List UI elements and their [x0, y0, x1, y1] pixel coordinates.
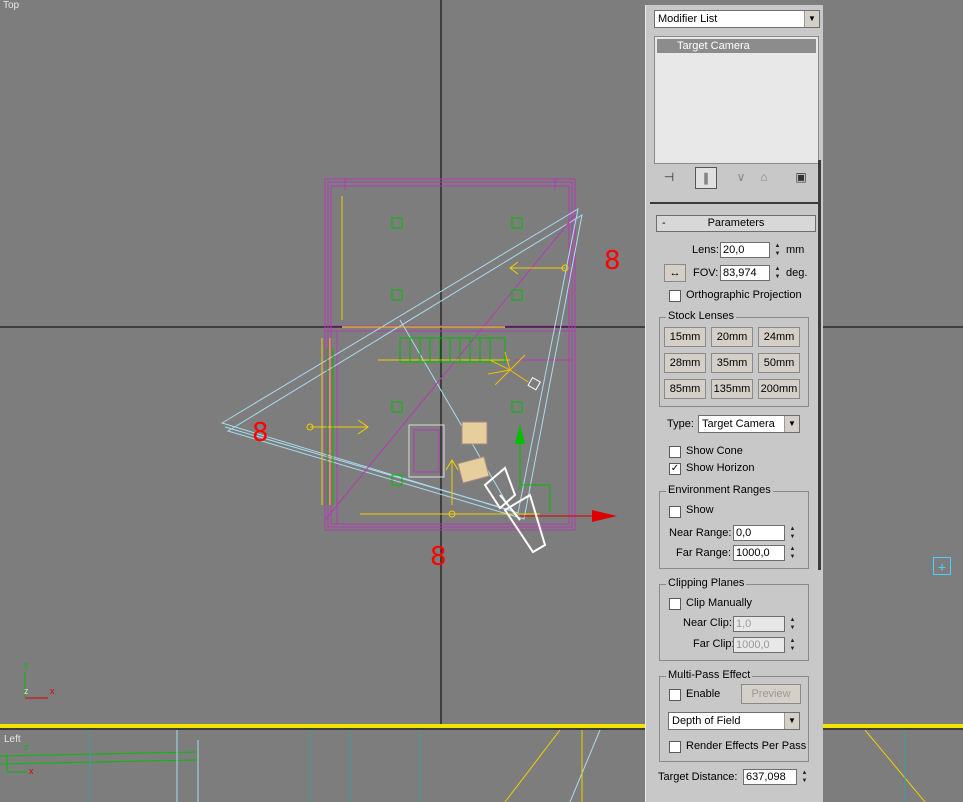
lens-24mm-button[interactable]: 24mm [758, 327, 800, 347]
gizmo-x-arrow [592, 510, 617, 522]
multi-pass-effect-title: Multi-Pass Effect [666, 669, 753, 681]
clip-manually-checkbox[interactable] [669, 598, 681, 610]
modifier-stack[interactable]: Target Camera [654, 36, 819, 164]
furniture [408, 351, 542, 484]
show-end-result-icon[interactable]: ∥ [695, 167, 717, 189]
axis-z-label: z [24, 686, 29, 696]
far-clip-spinner[interactable]: ▲ ▼ [788, 637, 797, 653]
chevron-down-icon: ▼ [784, 713, 799, 729]
pin-stack-icon[interactable]: ⊣ [659, 167, 679, 187]
enable-label: Enable [686, 688, 721, 700]
far-range-spinner[interactable]: ▲ ▼ [788, 545, 797, 561]
environment-ranges-title: Environment Ranges [666, 484, 773, 496]
collapse-icon: - [662, 217, 666, 229]
near-range-field[interactable]: 0,0 [733, 525, 785, 541]
far-range-label: Far Range: [676, 547, 732, 559]
far-clip-field[interactable]: 1000,0 [733, 637, 785, 653]
lens-35mm-button[interactable]: 35mm [711, 353, 753, 373]
orthographic-checkbox[interactable] [669, 290, 681, 302]
fov-spinner[interactable]: ▲ ▼ [773, 265, 782, 281]
camera-frustum [220, 207, 583, 520]
stack-item-target-camera[interactable]: Target Camera [657, 39, 816, 53]
near-clip-spinner[interactable]: ▲ ▼ [788, 616, 797, 632]
annotation-number: 8 [604, 246, 621, 276]
near-clip-label: Near Clip: [683, 617, 732, 629]
modifier-list-dropdown[interactable]: Modifier List ▼ [654, 10, 820, 28]
lens-field[interactable]: 20,0 [720, 242, 770, 258]
render-effects-checkbox[interactable] [669, 741, 681, 753]
parameters-title: Parameters [707, 217, 765, 229]
light-helpers [306, 196, 569, 518]
effect-dropdown[interactable]: Depth of Field ▼ [668, 712, 800, 730]
far-range-field[interactable]: 1000,0 [733, 545, 785, 561]
lens-200mm-button[interactable]: 200mm [758, 379, 800, 399]
preview-button[interactable]: Preview [741, 684, 801, 704]
render-effects-label: Render Effects Per Pass [686, 740, 807, 752]
lens-50mm-button[interactable]: 50mm [758, 353, 800, 373]
fov-label: FOV: [693, 267, 719, 279]
target-line [324, 214, 576, 521]
camera-type-dropdown[interactable]: Target Camera ▼ [698, 415, 800, 433]
type-label: Type: [667, 418, 694, 430]
show-cone-label: Show Cone [686, 445, 743, 457]
near-range-label: Near Range: [669, 527, 732, 539]
chevron-down-icon: ▼ [804, 11, 819, 27]
enable-checkbox[interactable] [669, 689, 681, 701]
target-distance-label: Target Distance: [658, 771, 738, 783]
axis-x-label: x [29, 766, 34, 776]
near-range-spinner[interactable]: ▲ ▼ [788, 525, 797, 541]
gizmo-y-arrow [515, 424, 525, 444]
parameters-rollout-header[interactable]: - Parameters [656, 215, 816, 232]
env-show-checkbox[interactable] [669, 506, 681, 518]
annotation-number: 8 [430, 542, 447, 572]
panel-scrollbar[interactable] [818, 160, 821, 570]
modifier-list-label: Modifier List [658, 13, 718, 25]
lens-unit: mm [786, 244, 805, 256]
annotation-number: 8 [252, 418, 269, 448]
clipping-planes-title: Clipping Planes [666, 577, 747, 589]
target-distance-field[interactable]: 637,098 [743, 769, 797, 785]
far-clip-label: Far Clip: [693, 638, 735, 650]
orthographic-label: Orthographic Projection [686, 289, 802, 301]
effect-value: Depth of Field [672, 715, 741, 727]
env-show-label: Show [686, 504, 714, 516]
lens-28mm-button[interactable]: 28mm [664, 353, 706, 373]
lens-label: Lens: [692, 244, 719, 256]
divider [650, 202, 818, 204]
camera-type-value: Target Camera [702, 418, 775, 430]
lens-135mm-button[interactable]: 135mm [711, 379, 753, 399]
near-clip-field[interactable]: 1,0 [733, 616, 785, 632]
add-icon[interactable]: + [933, 557, 951, 575]
clip-manually-label: Clip Manually [686, 597, 753, 609]
remove-modifier-icon[interactable]: ⌂ [754, 167, 774, 187]
configure-modifier-sets-icon[interactable]: ▣ [791, 167, 811, 187]
lens-20mm-button[interactable]: 20mm [711, 327, 753, 347]
lens-15mm-button[interactable]: 15mm [664, 327, 706, 347]
make-unique-icon[interactable]: ∨ [731, 167, 751, 187]
target-distance-spinner[interactable]: ▲ ▼ [800, 769, 809, 785]
axis-y-label: y [24, 660, 29, 670]
chevron-down-icon: ▼ [784, 416, 799, 432]
axis-z-label: z [24, 742, 29, 752]
fov-unit: deg. [786, 267, 808, 279]
show-horizon-label: Show Horizon [686, 462, 755, 474]
fov-field[interactable]: 83,974 [720, 265, 770, 281]
show-cone-checkbox[interactable] [669, 446, 681, 458]
lens-spinner[interactable]: ▲ ▼ [773, 242, 782, 258]
lens-85mm-button[interactable]: 85mm [664, 379, 706, 399]
show-horizon-checkbox[interactable]: ✓ [669, 463, 681, 475]
stock-lenses-title: Stock Lenses [666, 310, 737, 322]
axis-x-label: x [50, 686, 55, 696]
fov-direction-button[interactable]: ↔ [664, 264, 686, 282]
